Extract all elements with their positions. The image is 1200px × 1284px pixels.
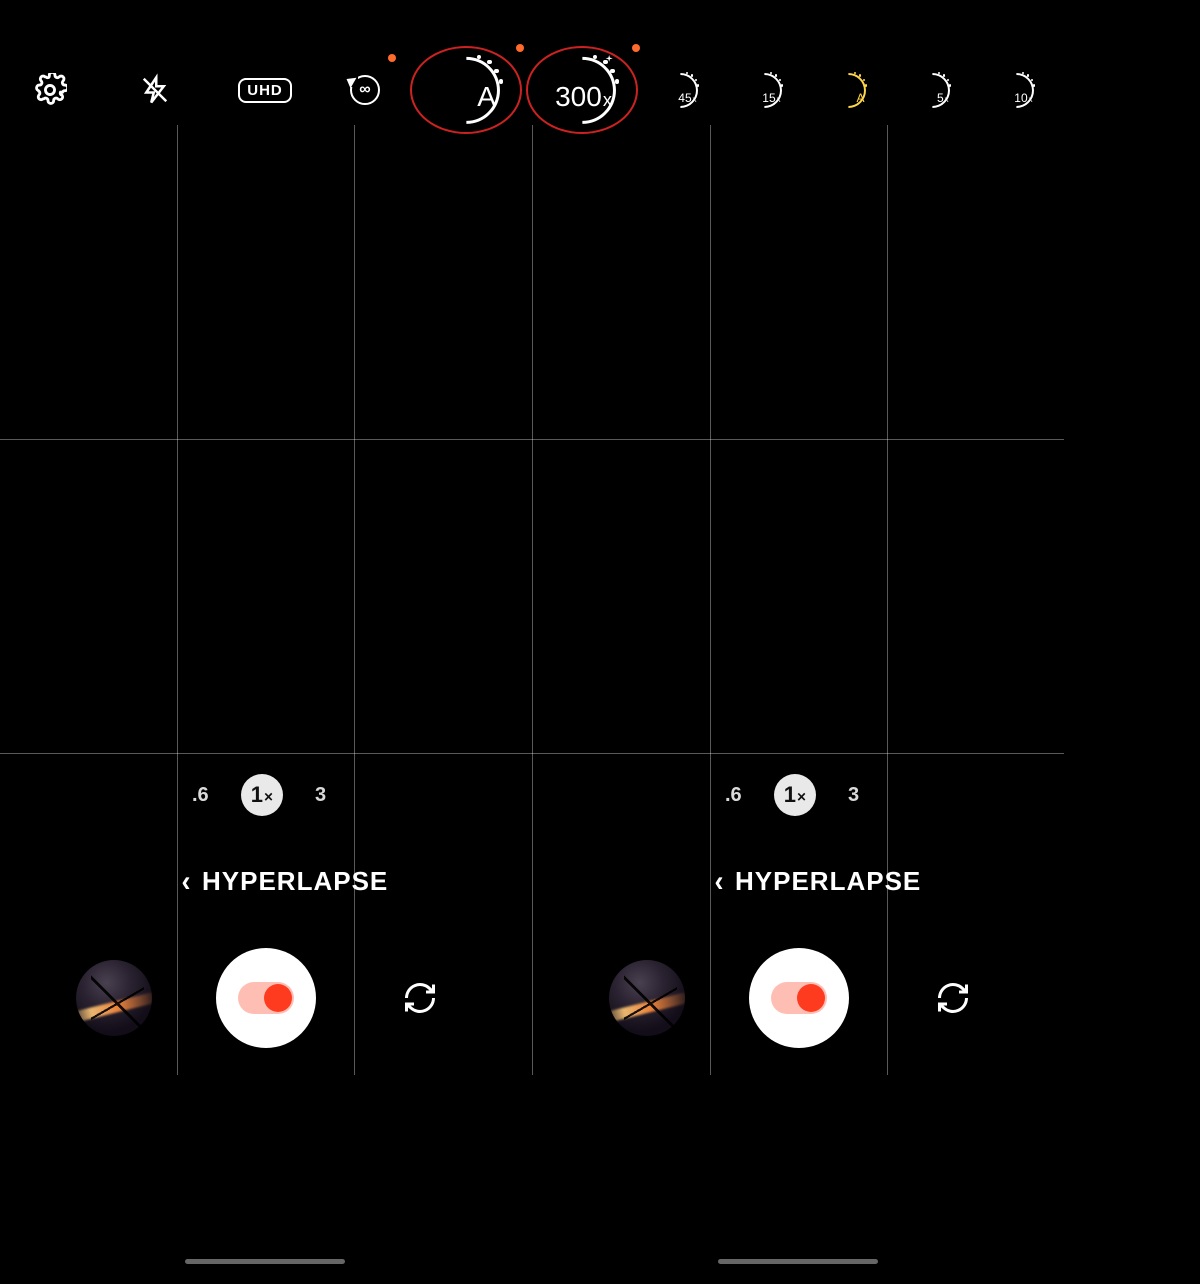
mode-label: HYPERLAPSE <box>202 866 388 897</box>
shutter-button[interactable] <box>749 948 849 1048</box>
timer-infinity-icon: ∞ <box>346 71 384 109</box>
record-toggle-icon <box>238 982 294 1014</box>
zoom-3x[interactable]: 3 <box>848 784 859 807</box>
settings-button[interactable] <box>0 50 100 130</box>
speed-speed-45x-button[interactable]: 45x <box>638 50 722 130</box>
record-toggle-icon <box>771 982 827 1014</box>
speed-45x-icon: 45x <box>657 67 703 113</box>
rule-of-thirds-grid <box>0 125 1064 1075</box>
speed-15x-icon: 15x <box>741 67 787 113</box>
chevron-left-icon: ‹ <box>182 867 192 897</box>
zoom-.6x[interactable]: .6 <box>725 784 742 807</box>
mode-selector[interactable]: ‹ HYPERLAPSE <box>714 866 921 897</box>
speed-Ax-icon: A <box>825 67 871 113</box>
notif-dot <box>516 44 524 52</box>
notif-dot <box>632 44 640 52</box>
highlight-ring <box>526 46 638 134</box>
chevron-left-icon: ‹ <box>715 867 725 897</box>
zoom-.6x[interactable]: .6 <box>192 784 209 807</box>
mode-label: HYPERLAPSE <box>735 866 921 897</box>
nav-bar[interactable] <box>718 1259 878 1264</box>
switch-camera-icon <box>402 980 438 1016</box>
speed-10x-icon: 10x <box>993 67 1039 113</box>
timer-button[interactable]: ∞ <box>320 50 410 130</box>
speed-speed-auto-2-button[interactable]: A <box>806 50 890 130</box>
shutter-button[interactable] <box>216 948 316 1048</box>
speed-speed-5x-button[interactable]: 5x <box>890 50 974 130</box>
zoom-1x-selected[interactable]: 1× <box>774 774 816 816</box>
speed-speed-10x-button[interactable]: 10x <box>974 50 1058 130</box>
zoom-1x-selected[interactable]: 1× <box>241 774 283 816</box>
switch-camera-button[interactable] <box>929 974 977 1022</box>
nav-bar[interactable] <box>185 1259 345 1264</box>
switch-camera-icon <box>935 980 971 1016</box>
gallery-thumbnail[interactable] <box>76 960 152 1036</box>
zoom-picker[interactable]: .6 1× 3 <box>192 774 326 816</box>
speed-300x-button[interactable]: 300x <box>526 46 638 134</box>
speed-speed-15x-button[interactable]: 15x <box>722 50 806 130</box>
uhd-badge: UHD <box>238 78 292 103</box>
speed-auto-button[interactable]: A <box>410 46 522 134</box>
mode-selector[interactable]: ‹ HYPERLAPSE <box>181 866 388 897</box>
gallery-thumbnail[interactable] <box>609 960 685 1036</box>
zoom-3x[interactable]: 3 <box>315 784 326 807</box>
zoom-picker[interactable]: .6 1× 3 <box>725 774 859 816</box>
quality-button[interactable]: UHD <box>210 50 320 130</box>
top-toolbar: UHD ∞ A <box>0 50 1200 130</box>
notif-dot <box>388 54 396 62</box>
flash-off-icon <box>140 73 170 107</box>
gear-icon <box>33 73 67 107</box>
speed-5x-icon: 5x <box>909 67 955 113</box>
flash-button[interactable] <box>100 50 210 130</box>
highlight-ring <box>410 46 522 134</box>
switch-camera-button[interactable] <box>396 974 444 1022</box>
